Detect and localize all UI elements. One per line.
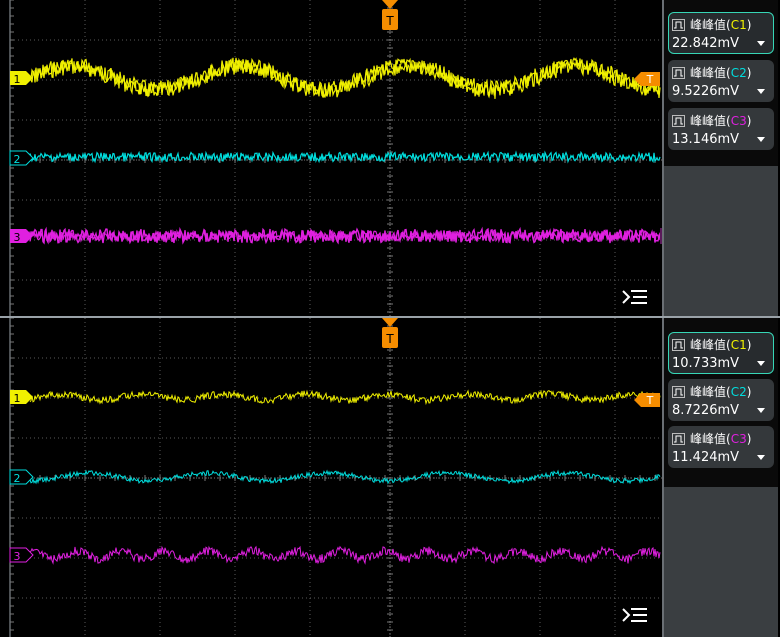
- measurement-item-c3[interactable]: 峰峰值(C3) 11.424mV: [668, 426, 774, 468]
- svg-text:T: T: [646, 73, 654, 86]
- measurement-source: C2: [730, 385, 747, 399]
- waveform-grid-top: T 1 2 3 T: [9, 0, 662, 316]
- measurement-source: C1: [730, 338, 747, 352]
- measurement-label: 峰峰值: [690, 66, 727, 80]
- chevron-down-icon[interactable]: [757, 89, 765, 94]
- chevron-down-icon[interactable]: [757, 361, 765, 366]
- chevron-down-icon[interactable]: [757, 408, 765, 413]
- waveform-trace: [29, 389, 661, 406]
- measurement-value: 22.842mV: [672, 36, 740, 51]
- trigger-label: T: [385, 14, 394, 28]
- svg-text:1: 1: [14, 73, 21, 86]
- measurement-label: 峰峰值: [690, 338, 727, 352]
- channel-1-marker[interactable]: 1: [10, 71, 33, 86]
- peak-to-peak-pulse-icon: [672, 433, 685, 445]
- graticule: [9, 318, 662, 637]
- measurement-label: 峰峰值: [690, 18, 727, 32]
- peak-to-peak-pulse-icon: [672, 386, 685, 398]
- svg-text:1: 1: [14, 392, 21, 405]
- svg-text:2: 2: [14, 472, 21, 485]
- sidebar-empty-area: [664, 487, 778, 637]
- measurement-value: 11.424mV: [672, 450, 740, 465]
- measurement-value: 9.5226mV: [672, 84, 740, 99]
- measurement-source: C3: [730, 432, 747, 446]
- waveform-trace: [29, 545, 661, 565]
- chevron-down-icon[interactable]: [757, 137, 765, 142]
- channel-3-marker[interactable]: 3: [9, 547, 34, 563]
- measurement-item-c3[interactable]: 峰峰值(C3) 13.146mV: [668, 108, 774, 150]
- peak-to-peak-pulse-icon: [672, 115, 685, 127]
- measurement-item-c2[interactable]: 峰峰值(C2) 8.7226mV: [668, 379, 774, 421]
- channel-3-marker[interactable]: 3: [10, 229, 33, 244]
- peak-to-peak-pulse-icon: [672, 339, 685, 351]
- peak-to-peak-pulse-icon: [672, 19, 685, 31]
- svg-text:2: 2: [14, 153, 21, 166]
- trigger-position-marker[interactable]: T: [382, 0, 398, 30]
- measurement-value: 13.146mV: [672, 132, 740, 147]
- measurement-value: 10.733mV: [672, 356, 740, 371]
- svg-text:3: 3: [14, 550, 21, 563]
- measurement-value: 8.7226mV: [672, 403, 740, 418]
- svg-text:3: 3: [14, 231, 21, 244]
- channel-2-marker[interactable]: 2: [9, 150, 34, 166]
- waveform-grid-bottom: T 1 2 3 T: [9, 318, 662, 637]
- waveform-area-top[interactable]: T 1 2 3 T: [0, 0, 662, 316]
- waveform-traces: [29, 57, 662, 245]
- channel-2-marker[interactable]: 2: [9, 469, 34, 485]
- measurement-item-c1[interactable]: 峰峰值(C1) 22.842mV: [668, 12, 774, 54]
- measurement-item-c2[interactable]: 峰峰值(C2) 9.5226mV: [668, 60, 774, 102]
- measurement-source: C3: [730, 114, 747, 128]
- measurement-sidebar-bottom: 峰峰值(C1) 10.733mV 峰峰值(C2) 8.7226mV 峰峰值(C3…: [662, 318, 778, 637]
- channel-1-marker[interactable]: 1: [10, 390, 33, 405]
- collapse-menu-icon[interactable]: [622, 290, 647, 304]
- measurement-item-c1[interactable]: 峰峰值(C1) 10.733mV: [668, 332, 774, 374]
- chevron-down-icon[interactable]: [757, 41, 765, 46]
- peak-to-peak-pulse-icon: [672, 67, 685, 79]
- waveform-area-bottom[interactable]: T 1 2 3 T: [0, 318, 662, 637]
- trigger-label: T: [385, 332, 394, 346]
- measurement-label: 峰峰值: [690, 385, 727, 399]
- svg-text:T: T: [646, 394, 654, 407]
- measurement-sidebar-top: 峰峰值(C1) 22.842mV 峰峰值(C2) 9.5226mV 峰峰值(C3…: [662, 0, 778, 316]
- measurement-source: C2: [730, 66, 747, 80]
- measurement-label: 峰峰值: [690, 114, 727, 128]
- trigger-level-marker[interactable]: T: [634, 393, 660, 407]
- chevron-down-icon[interactable]: [757, 455, 765, 460]
- trigger-position-marker[interactable]: T: [382, 318, 398, 348]
- measurement-label: 峰峰值: [690, 432, 727, 446]
- collapse-menu-icon[interactable]: [622, 608, 647, 622]
- sidebar-empty-area: [664, 166, 778, 316]
- measurement-source: C1: [730, 18, 747, 32]
